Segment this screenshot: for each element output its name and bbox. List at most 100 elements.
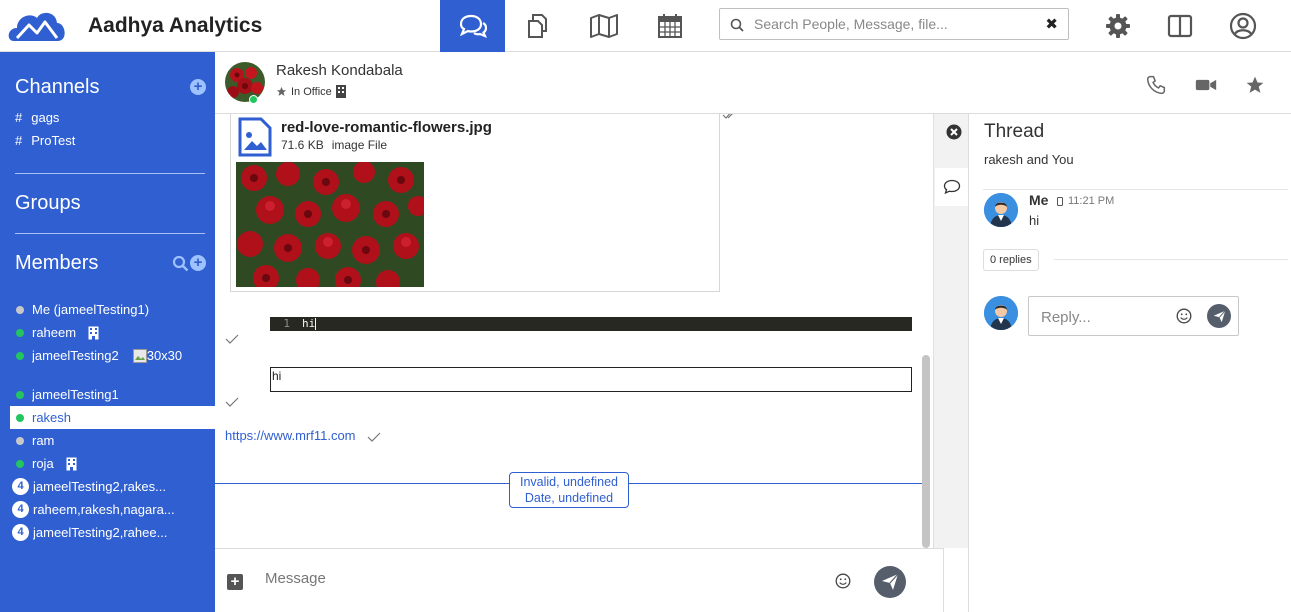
online-status-dot <box>249 95 258 104</box>
member-item[interactable]: Me (jameelTesting1) <box>10 298 215 321</box>
thread-title: Thread <box>984 121 1045 142</box>
date-line-1: Invalid, undefined <box>520 475 618 489</box>
status-dot <box>16 390 24 399</box>
reply-input[interactable] <box>1041 307 1171 327</box>
building-icon <box>66 457 77 471</box>
code-text: hi <box>302 317 316 330</box>
app-logo-icon <box>8 12 65 41</box>
group-member-item[interactable]: 4 jameelTesting2,rakes... <box>10 475 215 498</box>
channel-item[interactable]: # gags <box>15 110 59 125</box>
sent-tick-icon <box>225 397 239 407</box>
member-item[interactable]: raheem <box>10 321 215 344</box>
settings-button[interactable] <box>1104 12 1132 40</box>
member-name: jameelTesting1 <box>32 387 119 402</box>
channel-item[interactable]: # ProTest <box>15 133 75 148</box>
member-item[interactable]: roja <box>10 452 215 475</box>
status-dot <box>16 459 24 468</box>
reply-send-button[interactable] <box>1207 304 1231 328</box>
message-input[interactable] <box>265 567 825 589</box>
channel-hash: # <box>15 110 23 125</box>
nav-chats-button[interactable] <box>440 0 505 52</box>
user-circle-icon <box>1229 12 1257 40</box>
group-member-item[interactable]: 4 raheem,rakesh,nagara... <box>10 498 215 521</box>
calendar-icon <box>657 14 682 38</box>
contact-name: Rakesh Kondabala <box>276 62 403 79</box>
member-name: roja <box>32 456 54 471</box>
group-member-item[interactable]: 4 jameelTesting2,rahee... <box>10 521 215 544</box>
nav-map-button[interactable] <box>571 0 636 52</box>
emoji-icon[interactable] <box>1176 308 1192 324</box>
status-dot <box>16 305 24 314</box>
attach-plus-icon[interactable]: + <box>227 574 243 590</box>
member-item[interactable]: ram <box>10 429 215 452</box>
rose-avatar-image <box>225 62 265 102</box>
member-item[interactable]: jameelTesting1 <box>10 383 215 406</box>
image-preview[interactable] <box>236 162 424 287</box>
image-file-icon <box>238 117 272 157</box>
member-item[interactable]: jameelTesting2 30x30 <box>10 344 215 367</box>
message-sender: Me <box>1029 192 1049 208</box>
group-count-badge: 4 <box>12 501 29 518</box>
search-members-icon[interactable] <box>172 255 189 272</box>
status-dot <box>16 413 24 422</box>
groups-title: Groups <box>15 192 81 214</box>
sender-avatar <box>984 193 1018 227</box>
gear-icon <box>1106 14 1130 38</box>
phone-icon[interactable] <box>1146 75 1166 95</box>
replies-count[interactable]: 0 replies <box>983 249 1039 271</box>
emoji-icon[interactable] <box>835 573 851 589</box>
search-icon <box>730 18 744 32</box>
broken-image-alt: 30x30 <box>146 348 183 363</box>
group-count-badge: 4 <box>12 478 29 495</box>
search-box: ✖ <box>719 8 1069 40</box>
message-time: 11:21 PM <box>1057 195 1114 207</box>
sent-tick-icon <box>225 334 239 344</box>
file-size: 71.6 KB <box>281 138 324 152</box>
broken-image: 30x30 <box>132 348 183 363</box>
user-avatar-icon <box>984 193 1018 227</box>
favorite-star-icon[interactable] <box>1245 75 1265 95</box>
add-member-icon[interactable]: + <box>190 255 206 271</box>
thread-participants: rakesh and You <box>984 152 1074 167</box>
file-attachment-card[interactable]: red-love-romantic-flowers.jpg 71.6 KB ima… <box>230 114 720 292</box>
status-text: In Office <box>291 85 332 98</box>
toggle-panel-button[interactable] <box>1166 12 1194 40</box>
comment-icon <box>943 179 961 195</box>
contact-avatar[interactable] <box>225 62 265 102</box>
status-dot <box>16 436 24 445</box>
close-thread-icon[interactable] <box>946 124 962 140</box>
member-item-active[interactable]: rakesh <box>10 406 215 429</box>
date-line-2: Date, undefined <box>524 491 614 505</box>
message-link[interactable]: https://www.mrf11.com <box>225 428 356 443</box>
reply-box <box>1028 296 1239 336</box>
mobile-device-icon <box>1057 196 1063 206</box>
member-name: rakesh <box>32 410 72 425</box>
channels-title: Channels <box>15 76 100 98</box>
video-call-icon[interactable] <box>1195 75 1217 95</box>
nav-calendar-button[interactable] <box>637 0 702 52</box>
roses-photo <box>236 162 424 287</box>
add-channel-icon[interactable]: + <box>190 79 206 95</box>
reply-avatar <box>984 296 1018 330</box>
broken-image-icon <box>132 348 147 363</box>
nav-files-button[interactable] <box>505 0 570 52</box>
member-name: jameelTesting2 <box>32 348 119 363</box>
thread-tab[interactable] <box>935 168 969 206</box>
chat-bubbles-icon <box>459 14 487 38</box>
send-icon <box>1213 309 1226 322</box>
date-separator-chip: Invalid, undefined Date, undefined <box>509 472 629 508</box>
thread-divider <box>1054 259 1288 260</box>
send-button[interactable] <box>874 566 906 598</box>
member-name: jameelTesting2,rakes... <box>33 479 166 494</box>
message-scrollbar[interactable] <box>922 355 930 548</box>
members-title: Members <box>15 252 99 274</box>
clear-search-icon[interactable]: ✖ <box>1045 15 1058 33</box>
time-text: 11:21 PM <box>1068 195 1115 207</box>
profile-button[interactable] <box>1229 12 1257 40</box>
sidebar-divider <box>15 233 205 234</box>
search-input[interactable] <box>754 14 1044 34</box>
user-avatar-icon <box>984 296 1018 330</box>
group-count-badge: 4 <box>12 524 29 541</box>
message-text: hi <box>1029 213 1040 228</box>
file-type: image File <box>331 138 388 152</box>
